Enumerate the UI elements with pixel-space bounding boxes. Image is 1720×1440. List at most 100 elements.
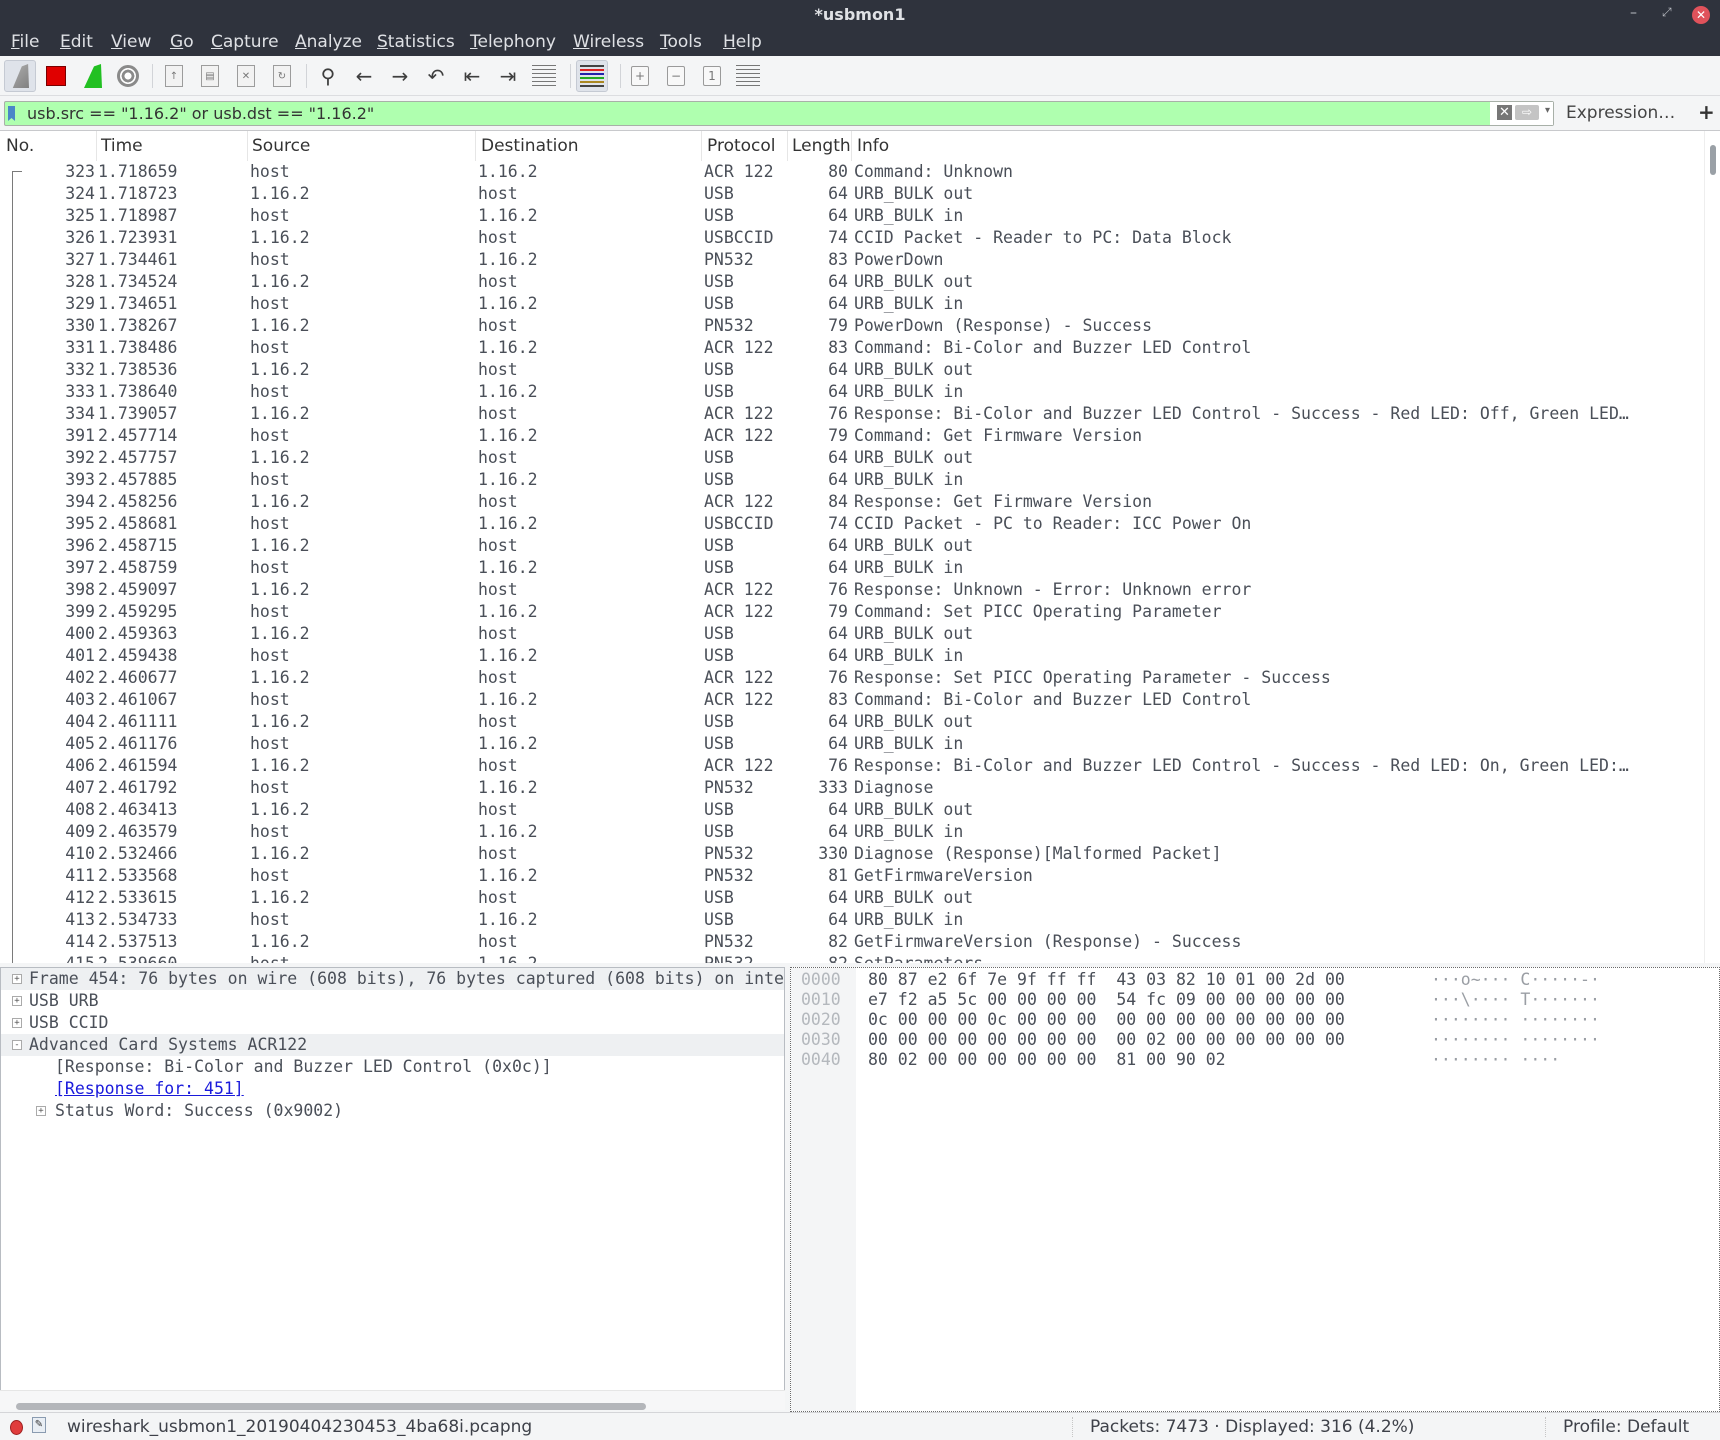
menu-statistics[interactable]: Statistics [377,32,455,52]
packet-row[interactable]: 328 1.734524 1.16.2 host USB 64 URB_BULK out [0,271,1700,293]
capture-options-button[interactable] [112,60,144,92]
go-to-packet-button[interactable]: ↶ [420,60,452,92]
packet-row[interactable]: 397 2.458759 host 1.16.2 USB 64 URB_BULK in [0,557,1700,579]
packet-row[interactable]: 325 1.718987 host 1.16.2 USB 64 URB_BULK in [0,205,1700,227]
autoscroll-button[interactable] [528,60,560,92]
packet-row[interactable]: 399 2.459295 host 1.16.2 ACR 122 79 Command: S… [0,601,1700,623]
packet-row[interactable]: 400 2.459363 1.16.2 host USB 64 URB_BULK out [0,623,1700,645]
menu-help[interactable]: Help [723,32,762,52]
start-capture-button[interactable] [4,60,36,92]
packet-row[interactable]: 396 2.458715 1.16.2 host USB 64 URB_BULK out [0,535,1700,557]
packet-row[interactable]: 327 1.734461 host 1.16.2 PN532 83 PowerDown [0,249,1700,271]
packet-row[interactable]: 403 2.461067 host 1.16.2 ACR 122 83 Command: B… [0,689,1700,711]
column-divider[interactable] [96,131,97,161]
resize-columns-button[interactable] [732,60,764,92]
normal-size-button[interactable]: 1 [696,60,728,92]
expand-icon[interactable]: + [12,1018,22,1028]
column-header-protocol[interactable]: Protocol [707,136,776,156]
packet-row[interactable]: 412 2.533615 1.16.2 host USB 64 URB_BULK out [0,887,1700,909]
packet-row[interactable]: 394 2.458256 1.16.2 host ACR 122 84 Response: … [0,491,1700,513]
detail-tree-item[interactable]: [Response for: 451] [1,1078,784,1100]
packet-row[interactable]: 414 2.537513 1.16.2 host PN532 82 GetFirmwareV… [0,931,1700,953]
packet-row[interactable]: 326 1.723931 1.16.2 host USBCCID 74 CCID Packe… [0,227,1700,249]
column-header-no[interactable]: No. [6,136,34,156]
go-back-button[interactable]: ← [348,60,380,92]
detail-tree-item[interactable]: + USB URB [1,990,784,1012]
packet-row[interactable]: 405 2.461176 host 1.16.2 USB 64 URB_BULK in [0,733,1700,755]
column-header-destination[interactable]: Destination [481,136,579,156]
packet-row[interactable]: 333 1.738640 host 1.16.2 USB 64 URB_BULK in [0,381,1700,403]
save-file-button[interactable]: ▤ [194,60,226,92]
packet-row[interactable]: 404 2.461111 1.16.2 host USB 64 URB_BULK out [0,711,1700,733]
expression-button[interactable]: Expression… [1566,103,1675,123]
menu-analyze[interactable]: Analyze [295,32,362,52]
collapse-icon[interactable]: - [12,1040,22,1050]
packet-row[interactable]: 410 2.532466 1.16.2 host PN532 330 Diagnose (R… [0,843,1700,865]
zoom-in-button[interactable]: + [624,60,656,92]
zoom-out-button[interactable]: − [660,60,692,92]
detail-tree-item[interactable]: + Frame 454: 76 bytes on wire (608 bits),… [1,968,784,990]
packet-row[interactable]: 392 2.457757 1.16.2 host USB 64 URB_BULK out [0,447,1700,469]
column-header-length[interactable]: Length [792,136,851,156]
column-divider[interactable] [787,131,788,161]
menu-telephony[interactable]: Telephony [470,32,556,52]
response-link[interactable]: [Response for: 451] [55,1079,244,1098]
packet-row[interactable]: 331 1.738486 host 1.16.2 ACR 122 83 Command: B… [0,337,1700,359]
minimize-button[interactable]: – [1630,5,1637,21]
restart-capture-button[interactable] [76,60,108,92]
packet-row[interactable]: 329 1.734651 host 1.16.2 USB 64 URB_BULK in [0,293,1700,315]
find-packet-button[interactable]: ⚲ [312,60,344,92]
detail-tree-item[interactable]: + Status Word: Success (0x9002) [1,1100,784,1122]
packet-row[interactable]: 393 2.457885 host 1.16.2 USB 64 URB_BULK in [0,469,1700,491]
packet-row[interactable]: 4152.539660 host 1.16.2 PN532 82 SetParameter… [0,953,1700,963]
capture-comment-icon[interactable]: ✎ [32,1417,46,1433]
detail-tree-item[interactable]: - Advanced Card Systems ACR122 [1,1034,784,1056]
menu-capture[interactable]: Capture [211,32,279,52]
menu-wireless[interactable]: Wireless [573,32,644,52]
last-packet-button[interactable]: ⇥ [492,60,524,92]
stop-capture-button[interactable] [40,60,72,92]
packet-row[interactable]: 411 2.533568 host 1.16.2 PN532 81 GetFirmwareV… [0,865,1700,887]
menu-tools[interactable]: Tools [660,32,702,52]
colorize-button[interactable] [576,60,608,92]
apply-filter-icon[interactable]: ⇨ [1515,105,1539,120]
detail-tree-item[interactable]: [Response: Bi-Color and Buzzer LED Contr… [1,1056,784,1078]
packet-row[interactable]: 413 2.534733 host 1.16.2 USB 64 URB_BULK in [0,909,1700,931]
add-filter-button[interactable]: + [1698,100,1715,124]
expand-icon[interactable]: + [36,1106,46,1116]
go-forward-button[interactable]: → [384,60,416,92]
display-filter-input[interactable]: usb.src == "1.16.2" or usb.dst == "1.16.… [4,101,1554,126]
packet-row[interactable]: 398 2.459097 1.16.2 host ACR 122 76 Response: … [0,579,1700,601]
column-divider[interactable] [475,131,476,161]
packet-row[interactable]: 402 2.460677 1.16.2 host ACR 122 76 Response: … [0,667,1700,689]
expand-icon[interactable]: + [12,996,22,1006]
column-divider[interactable] [247,131,248,161]
first-packet-button[interactable]: ⇤ [456,60,488,92]
column-header-info[interactable]: Info [857,136,889,156]
packet-row[interactable]: 395 2.458681 host 1.16.2 USBCCID 74 CCID Packe… [0,513,1700,535]
detail-tree-item[interactable]: + USB CCID [1,1012,784,1034]
packet-row[interactable]: 409 2.463579 host 1.16.2 USB 64 URB_BULK in [0,821,1700,843]
close-file-button[interactable]: ✕ [230,60,262,92]
scrollbar-thumb[interactable] [1710,145,1716,175]
packet-row[interactable]: 334 1.739057 1.16.2 host ACR 122 76 Response: … [0,403,1700,425]
maximize-button[interactable]: ⤢ [1662,5,1672,20]
reload-file-button[interactable]: ↻ [266,60,298,92]
expand-icon[interactable]: + [12,974,22,984]
column-header-time[interactable]: Time [101,136,143,156]
menu-go[interactable]: Go [170,32,194,52]
packet-row[interactable]: 324 1.718723 1.16.2 host USB 64 URB_BULK out [0,183,1700,205]
open-file-button[interactable]: ↑ [158,60,190,92]
packet-row[interactable]: 406 2.461594 1.16.2 host ACR 122 76 Response: … [0,755,1700,777]
close-window-button[interactable]: ✕ [1692,6,1710,24]
packet-row[interactable]: 323 1.718659 host 1.16.2 ACR 122 80 Command: U… [0,161,1700,183]
packet-row[interactable]: 391 2.457714 host 1.16.2 ACR 122 79 Command: G… [0,425,1700,447]
menu-edit[interactable]: Edit [60,32,93,52]
column-divider[interactable] [851,131,852,161]
menu-view[interactable]: View [111,32,151,52]
profile-selector[interactable]: Profile: Default [1563,1417,1689,1437]
packet-row[interactable]: 332 1.738536 1.16.2 host USB 64 URB_BULK out [0,359,1700,381]
expert-info-icon[interactable] [10,1420,23,1435]
packet-list-scrollbar[interactable] [1704,131,1720,963]
column-divider[interactable] [701,131,702,161]
